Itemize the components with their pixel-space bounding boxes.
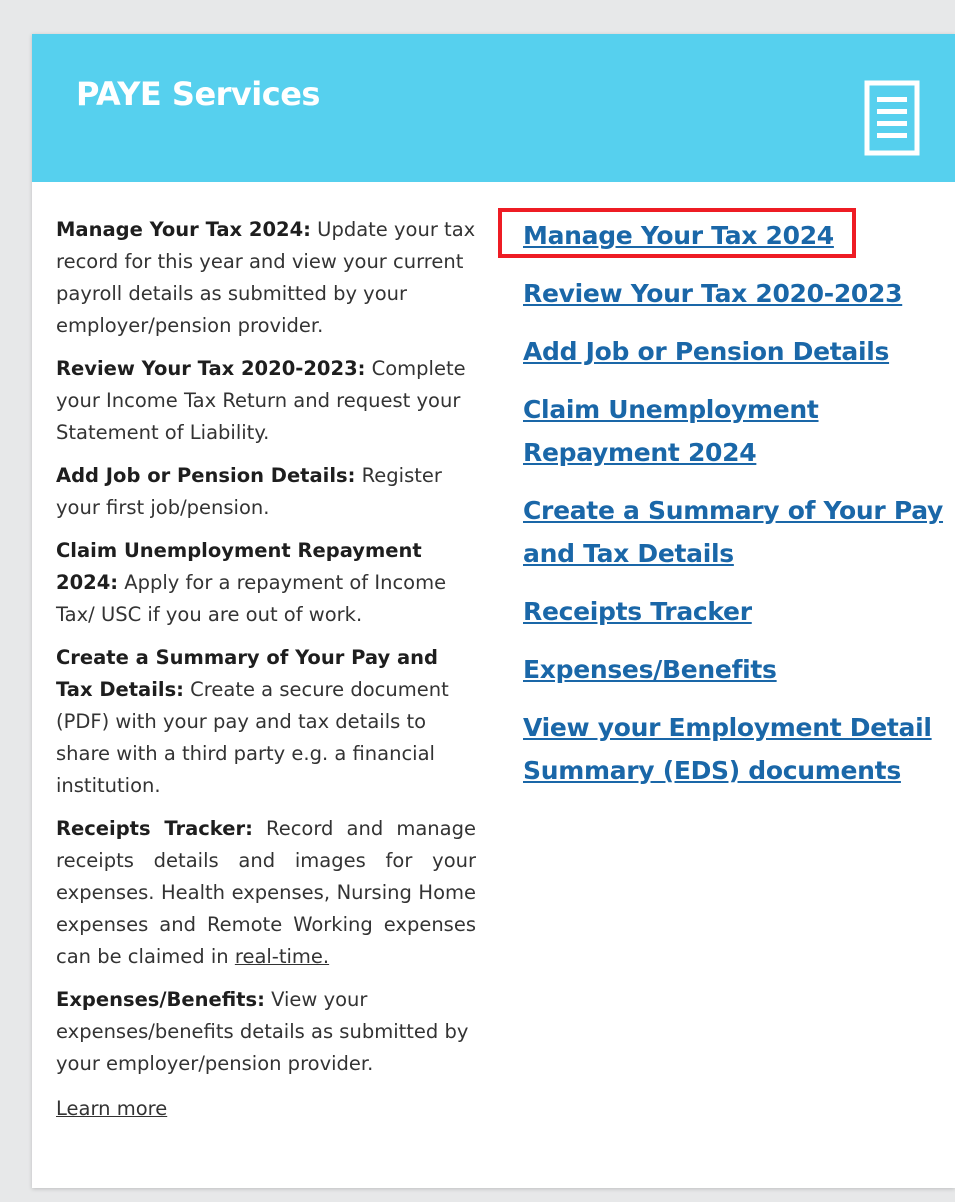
learn-more-link[interactable]: Learn more xyxy=(56,1093,167,1125)
service-descriptions: Manage Your Tax 2024: Update your tax re… xyxy=(56,214,476,1125)
real-time-link[interactable]: real-time. xyxy=(235,945,329,968)
link-claim-unemployment[interactable]: Claim Unemployment Repayment 2024 xyxy=(523,388,943,474)
description-manage-your-tax: Manage Your Tax 2024: Update your tax re… xyxy=(56,214,476,342)
description-term: Manage Your Tax 2024: xyxy=(56,218,311,241)
link-review-your-tax[interactable]: Review Your Tax 2020-2023 xyxy=(523,272,943,315)
link-manage-your-tax[interactable]: Manage Your Tax 2024 xyxy=(523,214,943,257)
link-view-eds-documents[interactable]: View your Employment Detail Summary (EDS… xyxy=(523,706,943,792)
link-expenses-benefits[interactable]: Expenses/Benefits xyxy=(523,648,943,691)
description-add-job: Add Job or Pension Details: Register you… xyxy=(56,460,476,524)
description-term: Expenses/Benefits: xyxy=(56,988,265,1011)
description-expenses-benefits: Expenses/Benefits: View your expenses/be… xyxy=(56,984,476,1080)
card-title: PAYE Services xyxy=(76,75,320,113)
service-links: Manage Your Tax 2024 Review Your Tax 202… xyxy=(523,214,943,807)
link-receipts-tracker[interactable]: Receipts Tracker xyxy=(523,590,943,633)
description-receipts-tracker: Receipts Tracker: Record and manage rece… xyxy=(56,813,476,973)
card-header: PAYE Services xyxy=(32,34,955,182)
description-claim-unemployment: Claim Unemployment Repayment 2024: Apply… xyxy=(56,535,476,631)
paye-services-card: PAYE Services Manage Your Tax 2024: Upda… xyxy=(32,34,955,1188)
description-term: Receipts Tracker: xyxy=(56,817,253,840)
description-create-summary: Create a Summary of Your Pay and Tax Det… xyxy=(56,642,476,802)
document-icon xyxy=(864,80,920,156)
description-term: Add Job or Pension Details: xyxy=(56,464,356,487)
description-term: Review Your Tax 2020-2023: xyxy=(56,357,366,380)
link-add-job-pension[interactable]: Add Job or Pension Details xyxy=(523,330,943,373)
description-review-your-tax: Review Your Tax 2020-2023: Complete your… xyxy=(56,353,476,449)
link-create-summary[interactable]: Create a Summary of Your Pay and Tax Det… xyxy=(523,489,943,575)
